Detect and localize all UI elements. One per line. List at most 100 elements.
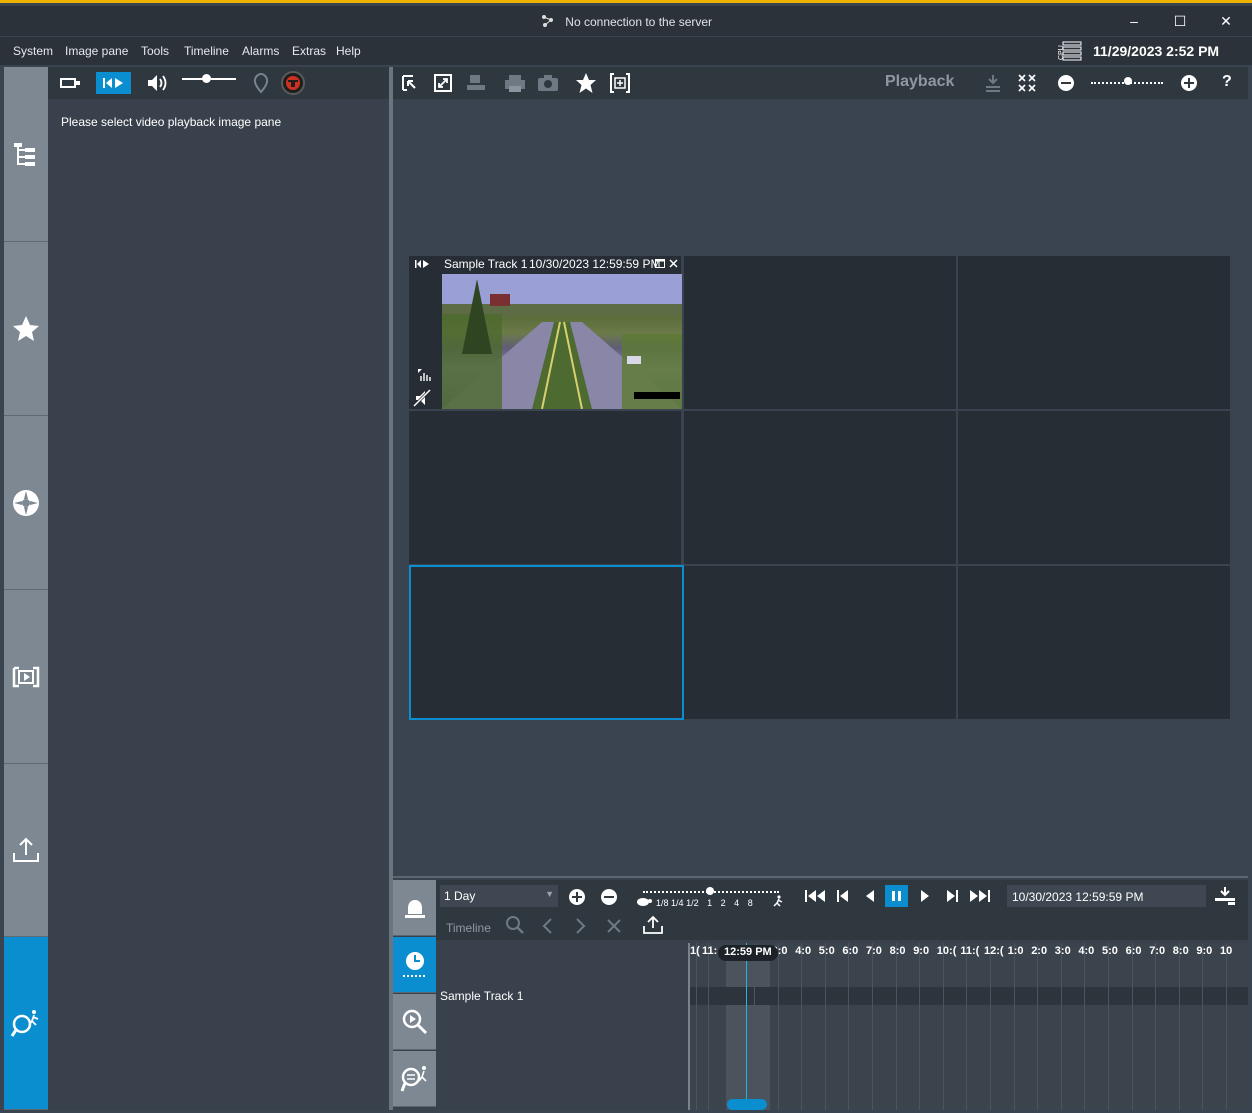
timeline-hour-label: 2:0 [1031,945,1048,957]
timeline-hour-label: 10:( [936,945,957,957]
timeline-hour-gridline [1108,943,1109,1110]
zoom-frame-icon[interactable] [609,72,631,94]
pane-count-slider-thumb[interactable] [1124,77,1132,85]
image-pane-6[interactable] [958,411,1230,564]
image-pane-4[interactable] [409,411,681,564]
tab-alarm-list[interactable] [393,880,436,936]
timeline-cursor[interactable] [746,943,747,1110]
add-favorite-star-icon[interactable] [575,72,597,94]
timeline-tabs [393,880,436,1110]
menu-tools[interactable]: Tools [141,44,169,58]
tab-export[interactable] [4,764,48,937]
previous-frame-icon[interactable] [837,889,851,903]
menu-timeline[interactable]: Timeline [184,44,229,58]
image-pane-grid: Sample Track 1 10/30/2023 12:59:59 PM [409,256,1230,720]
image-pane-8[interactable] [684,566,956,719]
menu-extras[interactable]: Extras [292,44,326,58]
jump-to-end-icon[interactable] [968,889,990,903]
audio-levels-icon [418,369,431,381]
menu-system[interactable]: System [13,44,53,58]
compass-icon [13,489,39,516]
maximize-pane-icon[interactable] [655,259,665,268]
snapshot-camera-icon [538,75,558,91]
image-toolbar: Playback ? [393,67,1248,99]
alarm-status-icon[interactable] [280,71,306,95]
timeline-hour-label: 1( [690,945,700,957]
next-frame-icon[interactable] [944,889,958,903]
audio-muted-icon[interactable] [412,388,432,408]
timeline-hour-gridline [1202,943,1204,1110]
tab-forensic-search-results[interactable] [393,1051,436,1107]
image-pane-5[interactable] [684,411,956,564]
zoom-in-panes-icon[interactable] [1180,74,1198,92]
timeline-hour-label: 11:( [960,945,980,957]
timeline-hour-gridline [1155,943,1157,1110]
speaker-icon[interactable] [146,73,170,93]
time-range-dropdown[interactable]: 1 Day ▼ [440,885,558,907]
timeline-track-bar[interactable] [690,987,1248,1005]
timeline-hour-label: 11: [702,945,718,957]
clock-datetime: 11/29/2023 2:52 PM [1093,43,1220,59]
timeline-hour-gridline [1013,943,1015,1110]
playback-speed-thumb[interactable] [706,887,714,895]
timeline-zoom-out-icon[interactable] [600,888,618,906]
search-play-icon [402,1009,427,1034]
image-pane-9[interactable] [958,566,1230,719]
timeline-hour-gridline [696,943,697,1110]
pause-button[interactable] [885,885,908,907]
timeline-hour-gridline [1084,943,1086,1110]
tab-maps[interactable] [4,416,48,590]
track-list [436,943,688,1110]
minimize-button[interactable]: – [1124,12,1144,32]
playback-indicator-icon [415,260,429,268]
timeline-hour-label: 9:0 [913,945,930,957]
search-icon [506,916,524,934]
maximize-button[interactable]: ☐ [1170,12,1190,32]
timeline-hour-gridline [942,943,944,1110]
image-pane-1[interactable]: Sample Track 1 10/30/2023 12:59:59 PM [409,256,682,409]
timeline-hour-label: 4:0 [795,945,812,957]
network-icon [541,15,553,27]
tab-timeline[interactable] [393,937,436,993]
title-bar: No connection to the server – ☐ ✕ [0,6,1252,36]
timeline-datetime-field[interactable]: 10/30/2023 12:59:59 PM [1007,885,1206,907]
cpu-meter-icon: CPU [1058,41,1082,61]
menu-image-pane[interactable]: Image pane [65,44,128,58]
tab-search-motion[interactable] [393,994,436,1050]
track-name-label[interactable]: Sample Track 1 [440,989,523,1003]
image-pane-2[interactable] [684,256,956,409]
menu-alarms[interactable]: Alarms [242,44,279,58]
image-pane-7-selected[interactable] [409,565,684,720]
close-button[interactable]: ✕ [1216,12,1236,32]
timeline-hour-label: 4:0 [1078,945,1095,957]
tab-media[interactable] [4,590,48,764]
left-nav [4,67,48,1110]
turtle-slow-icon [637,898,652,906]
timeline-export-icon[interactable] [642,915,664,935]
restore-panes-icon[interactable] [401,74,419,92]
pane-camera-name: Sample Track 1 [444,257,528,271]
playback-mode-button[interactable] [96,72,131,94]
menu-help[interactable]: Help [336,44,361,58]
timeline-hour-gridline [824,943,826,1110]
tab-logical-tree[interactable] [4,67,48,242]
volume-slider-thumb[interactable] [202,74,211,83]
export-download-icon[interactable] [1214,886,1236,906]
timeline-scroll-thumb[interactable] [727,1099,767,1110]
timeline-ruler[interactable]: 1(11: 2:0 3:0 4:0 5:0 6:0 7:0 8:0 9:0 10:(11:(12:… [688,943,1248,1110]
zoom-out-panes-icon[interactable] [1057,74,1075,92]
timeline-hour-gridline [919,943,921,1110]
help-button[interactable]: ? [1222,73,1232,91]
timeline-zoom-in-icon[interactable] [568,888,586,906]
tab-favorites[interactable] [4,242,48,416]
tab-forensic-search[interactable] [4,937,48,1110]
close-pane-icon[interactable] [669,259,678,268]
fullscreen-icon[interactable] [434,74,452,92]
jump-to-start-icon[interactable] [805,889,827,903]
timeline-hour-label: 1:0 [1007,945,1024,957]
play-reverse-icon[interactable] [864,889,876,903]
close-all-panes-icon[interactable] [1017,73,1037,93]
image-pane-3[interactable] [958,256,1230,409]
play-forward-icon[interactable] [919,889,931,903]
live-mode-icon[interactable] [60,75,82,91]
